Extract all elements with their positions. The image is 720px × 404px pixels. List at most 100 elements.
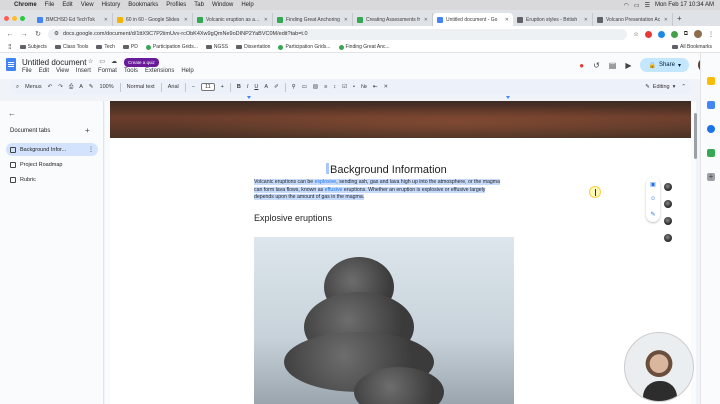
menubar-help[interactable]: Help [241, 2, 253, 8]
more-options-icon[interactable]: ⋮ [88, 146, 94, 153]
browser-tab[interactable]: 60 in 60 - Google Slides ✕ [113, 13, 193, 26]
document-scrollbar[interactable] [693, 101, 699, 404]
menu-help[interactable]: Help [181, 68, 193, 74]
browser-tab[interactable]: BMCHSD Ed TechTok ✕ [33, 13, 113, 26]
browser-tab[interactable]: Creating Assessments fr ✕ [353, 13, 433, 26]
menubar-history[interactable]: History [102, 2, 121, 8]
bookmark-folder[interactable]: Class Tools [54, 44, 88, 50]
align-icon[interactable]: ≡ [324, 84, 327, 90]
close-window-button[interactable] [4, 15, 9, 21]
close-tab-icon[interactable]: ✕ [104, 17, 108, 23]
editing-mode-select[interactable]: ✎ Editing ▾ [645, 84, 675, 90]
browser-tab-active[interactable]: Untitled document - Go ✕ [433, 13, 513, 26]
create-quiz-button[interactable]: Create a quiz [124, 58, 159, 67]
font-select[interactable]: Arial [168, 84, 179, 90]
record-icon[interactable]: ● [579, 61, 584, 70]
bookmark-link[interactable]: Participation Grids... [145, 44, 198, 50]
browser-tab[interactable]: Finding Great Anchoring ✕ [273, 13, 353, 26]
menu-format[interactable]: Format [98, 68, 117, 74]
menubar-profiles[interactable]: Profiles [166, 2, 186, 8]
heading-background-information[interactable]: Background Information [326, 163, 447, 176]
bullet-list-icon[interactable]: • [353, 84, 355, 90]
menubar-file[interactable]: File [45, 2, 55, 8]
close-tab-icon[interactable]: ✕ [505, 17, 509, 23]
print-icon[interactable]: ⎙ [69, 84, 73, 91]
indent-icon[interactable]: ⇤ [373, 84, 378, 90]
menubar-tab[interactable]: Tab [194, 2, 204, 8]
add-addon-icon[interactable]: + [707, 173, 715, 181]
cloud-status-icon[interactable]: ☁ [111, 58, 117, 65]
keep-icon[interactable] [707, 77, 715, 85]
checklist-icon[interactable]: ☑ [342, 84, 347, 90]
back-arrow-icon[interactable]: ← [8, 109, 16, 118]
search-icon[interactable]: ⌕ [16, 84, 19, 91]
extension-icon[interactable] [657, 30, 665, 38]
collaborator-avatar[interactable] [664, 234, 672, 242]
image-icon[interactable]: ▨ [313, 84, 318, 90]
menubar-edit[interactable]: Edit [62, 2, 72, 8]
close-tab-icon[interactable]: ✕ [664, 17, 668, 23]
bookmark-folder[interactable]: Dissertation [236, 44, 270, 50]
browser-tab[interactable]: Volcano Presentation Ac ✕ [593, 13, 673, 26]
menu-view[interactable]: View [56, 68, 69, 74]
link-icon[interactable]: ⚲ [292, 84, 296, 90]
bold-icon[interactable]: B [237, 84, 241, 90]
text-color-icon[interactable]: A [264, 84, 268, 90]
meet-video-icon[interactable]: ▶ [625, 61, 631, 70]
close-tab-icon[interactable]: ✕ [184, 17, 188, 23]
highlight-icon[interactable]: ✐ [274, 84, 279, 90]
collaborator-avatar[interactable] [664, 183, 672, 191]
bookmark-star-icon[interactable]: ☆ [633, 31, 638, 38]
lava-image[interactable] [110, 101, 691, 138]
decrease-font-icon[interactable]: − [192, 84, 195, 90]
italic-icon[interactable]: I [247, 84, 249, 90]
contacts-icon[interactable] [707, 125, 715, 133]
chrome-menu-icon[interactable]: ⋮ [708, 31, 714, 38]
bookmark-link[interactable]: Finding Great Anc... [338, 44, 390, 50]
increase-font-icon[interactable]: + [221, 84, 224, 90]
line-spacing-icon[interactable]: ↕ [333, 84, 336, 90]
comments-icon[interactable]: ▤ [609, 61, 617, 70]
close-tab-icon[interactable]: ✕ [344, 17, 348, 23]
redo-icon[interactable]: ↷ [58, 84, 63, 90]
suggest-edits-icon[interactable]: ✎ [650, 211, 655, 218]
heading-explosive-eruptions[interactable]: Explosive eruptions [254, 213, 332, 223]
bookmark-folder[interactable]: Tech [96, 44, 115, 50]
browser-tab[interactable]: Eruption styles - British ✕ [513, 13, 593, 26]
sidebar-tab-project-roadmap[interactable]: Project Roadmap [6, 158, 98, 171]
battery-icon[interactable]: ▭ [634, 2, 640, 9]
menu-insert[interactable]: Insert [76, 68, 91, 74]
control-center-icon[interactable]: ☰ [645, 2, 650, 9]
reload-icon[interactable]: ↻ [34, 30, 42, 38]
style-select[interactable]: Normal text [127, 84, 155, 90]
collaborator-avatar[interactable] [664, 200, 672, 208]
apps-grid-icon[interactable]: ⣿ [8, 44, 12, 50]
back-icon[interactable]: ← [6, 31, 14, 38]
scroll-thumb[interactable] [694, 113, 697, 159]
underline-icon[interactable]: U [254, 84, 258, 90]
sidebar-tab-background-info[interactable]: Background Infor... ⋮ [6, 143, 98, 156]
menus-search[interactable]: Menus [25, 84, 42, 90]
indent-marker[interactable] [247, 96, 251, 99]
menu-tools[interactable]: Tools [124, 68, 138, 74]
document-title[interactable]: Untitled document [22, 58, 86, 67]
emoji-reaction-icon[interactable]: ☺ [650, 196, 656, 202]
selected-paragraph[interactable]: Volcanic eruptions can be explosive, sen… [254, 179, 506, 202]
close-tab-icon[interactable]: ✕ [264, 17, 268, 23]
all-bookmarks-button[interactable]: All Bookmarks [672, 44, 712, 50]
link-effusive[interactable]: effusive [325, 187, 343, 193]
forward-icon[interactable]: → [20, 31, 28, 38]
font-size-input[interactable]: 11 [200, 83, 215, 91]
menubar-view[interactable]: View [81, 2, 94, 8]
version-history-icon[interactable]: ↺ [593, 61, 600, 70]
close-tab-icon[interactable]: ✕ [584, 17, 588, 23]
extensions-puzzle-icon[interactable]: ⧉ [684, 31, 688, 38]
zoom-window-button[interactable] [20, 15, 25, 21]
menubar-window[interactable]: Window [212, 2, 233, 8]
tasks-icon[interactable] [707, 101, 715, 109]
move-folder-icon[interactable]: ▭ [99, 58, 105, 65]
document-page[interactable]: Background Information Volcanic eruption… [110, 101, 691, 404]
add-comment-icon[interactable]: ▣ [650, 181, 656, 188]
sidebar-tab-rubric[interactable]: Rubric [6, 173, 98, 186]
wifi-icon[interactable]: ◠ [624, 2, 629, 9]
